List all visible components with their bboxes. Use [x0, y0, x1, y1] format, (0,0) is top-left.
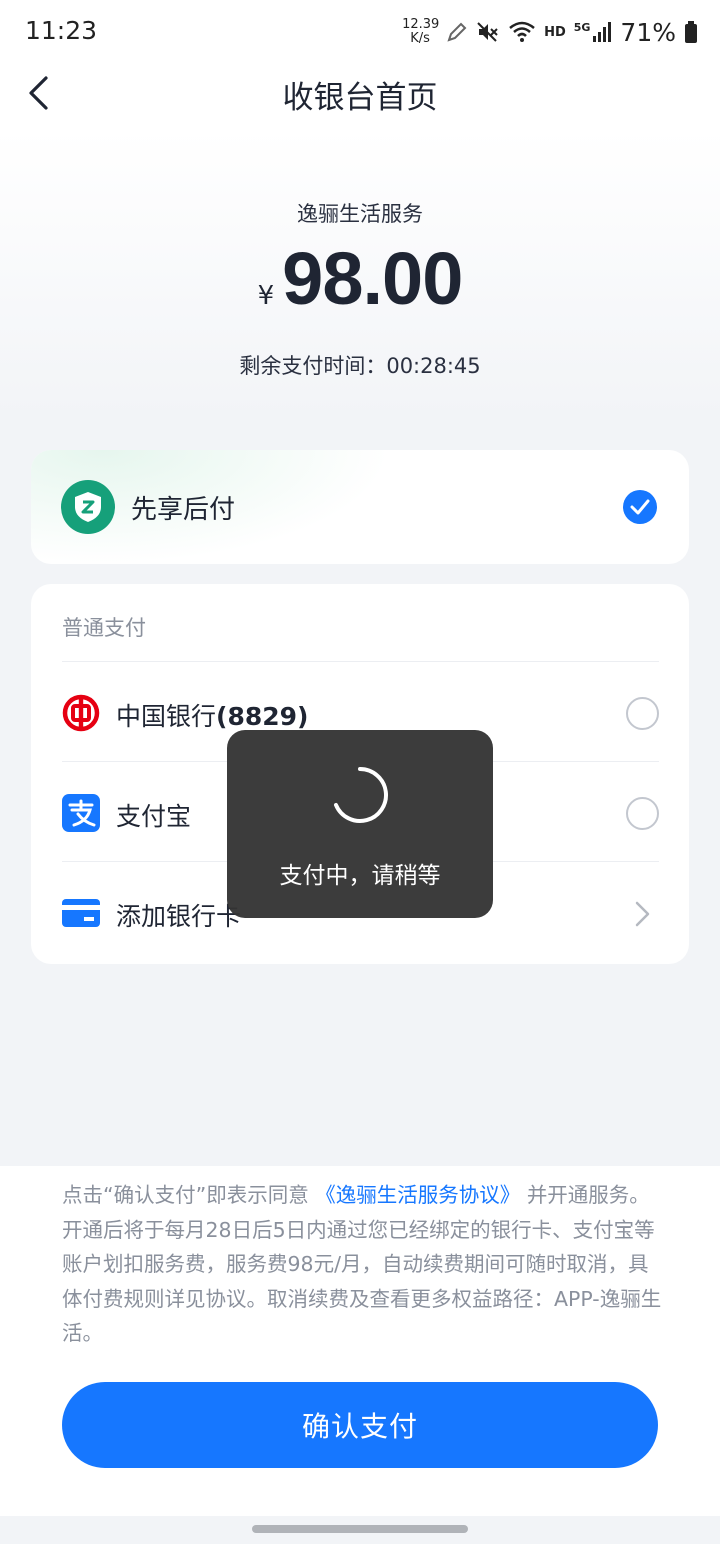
section-title: 普通支付	[62, 616, 146, 640]
chevron-right-icon	[633, 900, 653, 928]
status-indicators: 12.39 K/s HD 5G 71%	[402, 14, 698, 50]
battery-icon	[684, 20, 698, 44]
add-bank-card-label: 添加银行卡	[116, 902, 242, 931]
bottom-panel: 点击“确认支付”即表示同意 《逸骊生活服务协议》 并开通服务。 开通后将于每月2…	[0, 1166, 720, 1516]
agreement-text: 点击“确认支付”即表示同意 《逸骊生活服务协议》 并开通服务。 开通后将于每月2…	[62, 1178, 662, 1351]
navigation-bar: 收银台首页	[0, 64, 720, 122]
currency-symbol: ¥	[257, 281, 275, 311]
wifi-icon	[508, 20, 536, 44]
payment-method-label: 中国银行(8829)	[116, 697, 308, 733]
amount-display: ¥ 98.00	[0, 236, 720, 321]
loading-toast: 支付中，请稍等	[227, 730, 493, 918]
network-type: 5G	[573, 20, 591, 34]
status-time: 11:23	[25, 16, 98, 45]
battery-percentage: 71%	[620, 17, 676, 47]
mute-icon	[476, 20, 500, 44]
card-suffix: (8829)	[216, 702, 309, 731]
agreement-suffix: 并开通服务。 开通后将于每月28日后5日内通过您已经绑定的银行卡、支付宝等账户划…	[62, 1183, 662, 1345]
card-icon	[62, 894, 100, 932]
radio-button[interactable]	[626, 697, 659, 730]
merchant-name: 逸骊生活服务	[297, 202, 423, 226]
bnpl-option[interactable]: 先享后付	[31, 450, 689, 564]
radio-button[interactable]	[626, 797, 659, 830]
network-speed-value: 12.39	[402, 17, 440, 32]
payment-amount: 98.00	[282, 237, 463, 320]
page-title: 收银台首页	[282, 80, 438, 116]
bnpl-selected-check[interactable]	[623, 490, 657, 524]
signal-icon	[592, 21, 612, 43]
pencil-icon	[446, 21, 468, 43]
agreement-link[interactable]: 《逸骊生活服务协议》	[315, 1183, 520, 1207]
hd-label: HD	[544, 24, 566, 40]
shield-s-icon	[61, 480, 115, 534]
loading-spinner-icon	[334, 767, 388, 823]
payment-method-label: 支付宝	[116, 802, 192, 831]
bank-name: 中国银行	[116, 702, 217, 731]
bank-of-china-icon	[62, 694, 100, 732]
checkmark-icon	[630, 499, 650, 515]
network-speed: 12.39 K/s	[402, 17, 440, 46]
agreement-prefix: 点击“确认支付”即表示同意	[62, 1183, 309, 1207]
home-indicator[interactable]	[252, 1525, 468, 1533]
status-bar: 11:23 12.39 K/s HD 5G 71%	[0, 0, 720, 64]
loading-text: 支付中，请稍等	[279, 863, 441, 889]
bnpl-label: 先享后付	[131, 495, 236, 525]
payment-countdown: 剩余支付时间：00:28:45	[239, 354, 481, 378]
alipay-icon	[62, 794, 100, 832]
network-speed-unit: K/s	[410, 31, 430, 46]
confirm-payment-button[interactable]: 确认支付	[62, 1382, 658, 1468]
